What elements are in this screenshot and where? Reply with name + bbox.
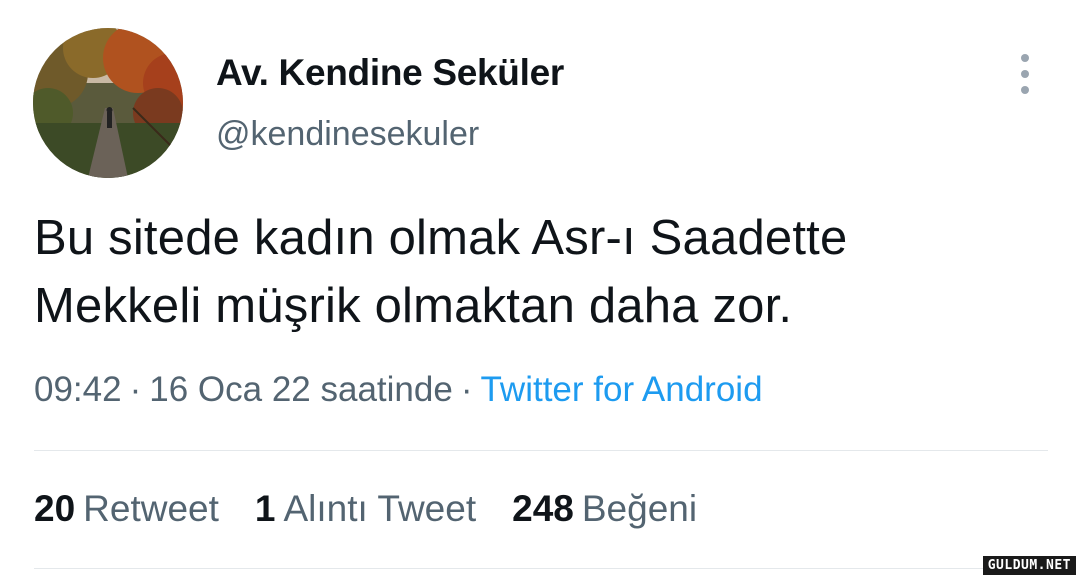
tweet-card: Av. Kendine Seküler @kendinesekuler Bu s… (0, 0, 1080, 578)
retweets-label: Retweet (83, 488, 219, 529)
tweet-meta: 09:42 · 16 Oca 22 saatinde · Twitter for And… (34, 370, 763, 410)
watermark: GULDUM.NET (982, 556, 1076, 575)
likes-count: 248 (512, 488, 574, 529)
tweet-stats: 20 Retweet 1 Alıntı Tweet 248 Beğeni (34, 488, 697, 530)
tweet-text: Bu sitede kadın olmak Asr-ı Saadette Mek… (34, 211, 848, 333)
meta-separator: · (129, 370, 142, 409)
divider (34, 568, 1048, 569)
dot-icon (1021, 70, 1029, 78)
tweet-source-link[interactable]: Twitter for Android (480, 370, 762, 409)
likes-stat[interactable]: 248 Beğeni (512, 488, 697, 530)
retweets-count: 20 (34, 488, 76, 529)
dot-icon (1021, 54, 1029, 62)
quotes-label: Alıntı Tweet (283, 488, 477, 529)
divider (34, 450, 1048, 451)
avatar[interactable] (33, 28, 183, 178)
dot-icon (1021, 86, 1029, 94)
display-name[interactable]: Av. Kendine Seküler (216, 52, 564, 94)
likes-label: Beğeni (581, 488, 698, 529)
quotes-stat[interactable]: 1 Alıntı Tweet (255, 488, 476, 530)
quotes-count: 1 (254, 488, 276, 529)
tweet-date[interactable]: 16 Oca 22 saatinde (149, 370, 453, 409)
user-handle[interactable]: @kendinesekuler (216, 115, 479, 154)
meta-separator: · (460, 370, 473, 409)
tweet-time[interactable]: 09:42 (34, 370, 122, 409)
more-vertical-icon[interactable] (1010, 54, 1040, 94)
retweets-stat[interactable]: 20 Retweet (34, 488, 219, 530)
avatar-photo (33, 28, 183, 178)
